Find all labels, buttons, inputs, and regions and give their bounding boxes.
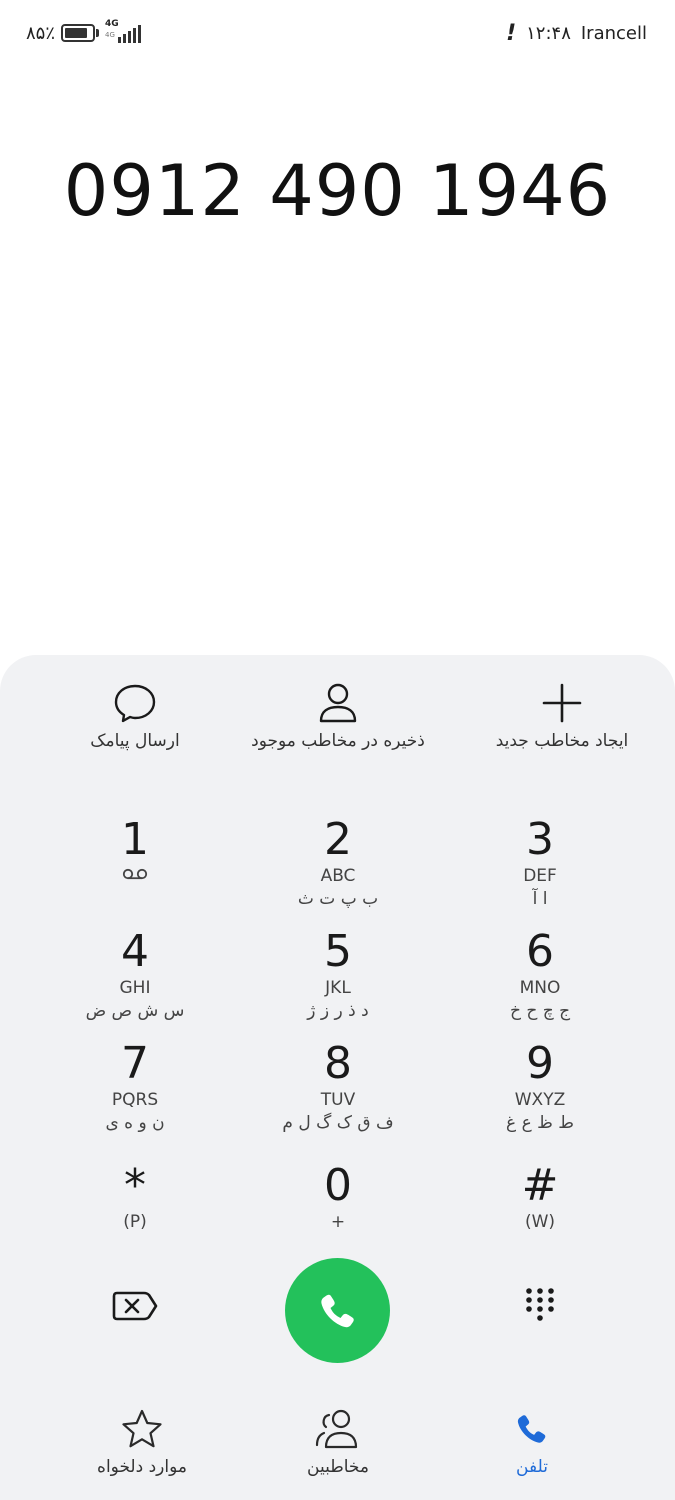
bottom-navigation: موارد دلخواه مخاطبین تلفن xyxy=(0,1407,675,1497)
key-8[interactable]: 8 TUV ف ق ک گ ل م xyxy=(258,1039,418,1135)
key-digit: 2 xyxy=(324,814,352,865)
tab-contacts[interactable]: مخاطبین xyxy=(238,1407,438,1477)
key-letters: GHI xyxy=(119,978,151,998)
key-digit: 7 xyxy=(121,1038,149,1089)
key-letters: JKL xyxy=(325,978,351,998)
status-time: ۱۲:۴۸ xyxy=(526,22,571,44)
key-5[interactable]: 5 JKL د ذ ر ز ژ xyxy=(258,927,418,1023)
key-digit: 5 xyxy=(324,926,352,977)
voicemail-icon xyxy=(55,865,215,887)
key-0[interactable]: 0 + xyxy=(258,1161,418,1233)
key-6[interactable]: 6 MNO ج چ ح خ xyxy=(460,927,620,1023)
alert-icon: ! xyxy=(506,20,517,46)
signal-icon: 4G 4G xyxy=(105,19,142,45)
key-letters: ABC xyxy=(320,866,356,886)
key-star[interactable]: * (P) xyxy=(55,1161,215,1233)
signal-bar xyxy=(128,31,132,43)
key-digit: # xyxy=(521,1160,559,1211)
star-icon xyxy=(42,1407,242,1451)
battery-tip xyxy=(96,29,100,37)
status-right: ! ۱۲:۴۸ Irancell xyxy=(506,18,647,48)
tab-phone-label: تلفن xyxy=(516,1457,548,1477)
key-digit: 4 xyxy=(121,926,149,977)
key-persian: د ذ ر ز ژ xyxy=(307,1001,369,1021)
dialer-panel: ارسال پیامک ذخیره در مخاطب موجود ایجاد م… xyxy=(0,655,675,1500)
dialpad-toggle-button[interactable] xyxy=(518,1285,562,1329)
tab-favorites-label: موارد دلخواه xyxy=(97,1457,187,1477)
key-persian: ج چ ح خ xyxy=(509,1001,571,1021)
quick-actions: ارسال پیامک ذخیره در مخاطب موجود ایجاد م… xyxy=(0,679,675,769)
key-letters: MNO xyxy=(519,978,561,998)
key-digit: 8 xyxy=(324,1038,352,1089)
send-sms-label: ارسال پیامک xyxy=(90,731,180,751)
save-to-existing-button[interactable]: ذخیره در مخاطب موجود xyxy=(228,679,448,751)
key-digit: 3 xyxy=(526,814,554,865)
key-7[interactable]: 7 PQRS ن و ه ی xyxy=(55,1039,215,1135)
signal-bar xyxy=(118,37,122,43)
key-letters: WXYZ xyxy=(514,1090,566,1110)
key-digit: 1 xyxy=(121,814,149,865)
key-9[interactable]: 9 WXYZ ط ظ ع غ xyxy=(460,1039,620,1135)
plus-icon xyxy=(452,679,672,727)
key-letters: (W) xyxy=(524,1212,556,1232)
tab-contacts-label: مخاطبین xyxy=(307,1457,369,1477)
new-contact-button[interactable]: ایجاد مخاطب جدید xyxy=(452,679,672,751)
carrier-name: Irancell xyxy=(580,22,647,44)
save-to-existing-label: ذخیره در مخاطب موجود xyxy=(251,731,425,751)
person-icon xyxy=(228,679,448,727)
key-2[interactable]: 2 ABC ب پ ت ث xyxy=(258,815,418,911)
dialed-number[interactable]: 0912 490 1946 xyxy=(0,150,675,232)
new-contact-label: ایجاد مخاطب جدید xyxy=(495,731,629,751)
backspace-icon xyxy=(112,1291,158,1321)
tab-phone[interactable]: تلفن xyxy=(432,1407,632,1477)
key-digit: * xyxy=(124,1160,146,1211)
key-3[interactable]: 3 DEF ا آ xyxy=(460,815,620,911)
key-letters: TUV xyxy=(320,1090,356,1110)
send-sms-button[interactable]: ارسال پیامک xyxy=(25,679,245,751)
key-1[interactable]: 1 xyxy=(55,815,215,887)
key-letters: + xyxy=(330,1212,346,1232)
contacts-icon xyxy=(238,1407,438,1451)
key-hash[interactable]: # (W) xyxy=(460,1161,620,1233)
dialpad-icon xyxy=(526,1288,554,1321)
tab-favorites[interactable]: موارد دلخواه xyxy=(42,1407,242,1477)
signal-bar xyxy=(138,25,142,43)
signal-bar xyxy=(133,28,137,43)
status-left: ۸۵٪ 4G 4G xyxy=(26,18,142,48)
key-persian: ا آ xyxy=(532,889,548,909)
key-letters: DEF xyxy=(523,866,557,886)
key-letters: PQRS xyxy=(111,1090,159,1110)
message-icon xyxy=(25,679,245,727)
key-letters: (P) xyxy=(123,1212,147,1232)
key-digit: 6 xyxy=(526,926,554,977)
status-bar: ۸۵٪ 4G 4G ! ۱۲:۴۸ Irancell xyxy=(0,0,675,64)
key-persian: ب پ ت ث xyxy=(297,889,379,909)
call-button[interactable] xyxy=(285,1258,390,1363)
key-digit: 9 xyxy=(526,1038,554,1089)
phone-icon xyxy=(320,1294,354,1327)
phone-icon xyxy=(432,1407,632,1451)
key-persian: ف ق ک گ ل م xyxy=(282,1113,394,1133)
key-persian: ن و ه ی xyxy=(105,1113,165,1133)
backspace-button[interactable] xyxy=(110,1290,160,1330)
key-digit: 0 xyxy=(324,1160,352,1211)
network-sub: 4G xyxy=(105,31,115,39)
key-persian: ط ظ ع غ xyxy=(506,1113,574,1133)
key-4[interactable]: 4 GHI س ش ص ض xyxy=(55,927,215,1023)
key-persian: س ش ص ض xyxy=(85,1001,185,1021)
battery-percent: ۸۵٪ xyxy=(26,22,56,44)
signal-bar xyxy=(123,34,127,43)
battery-icon xyxy=(61,24,96,42)
network-type: 4G xyxy=(105,19,119,29)
